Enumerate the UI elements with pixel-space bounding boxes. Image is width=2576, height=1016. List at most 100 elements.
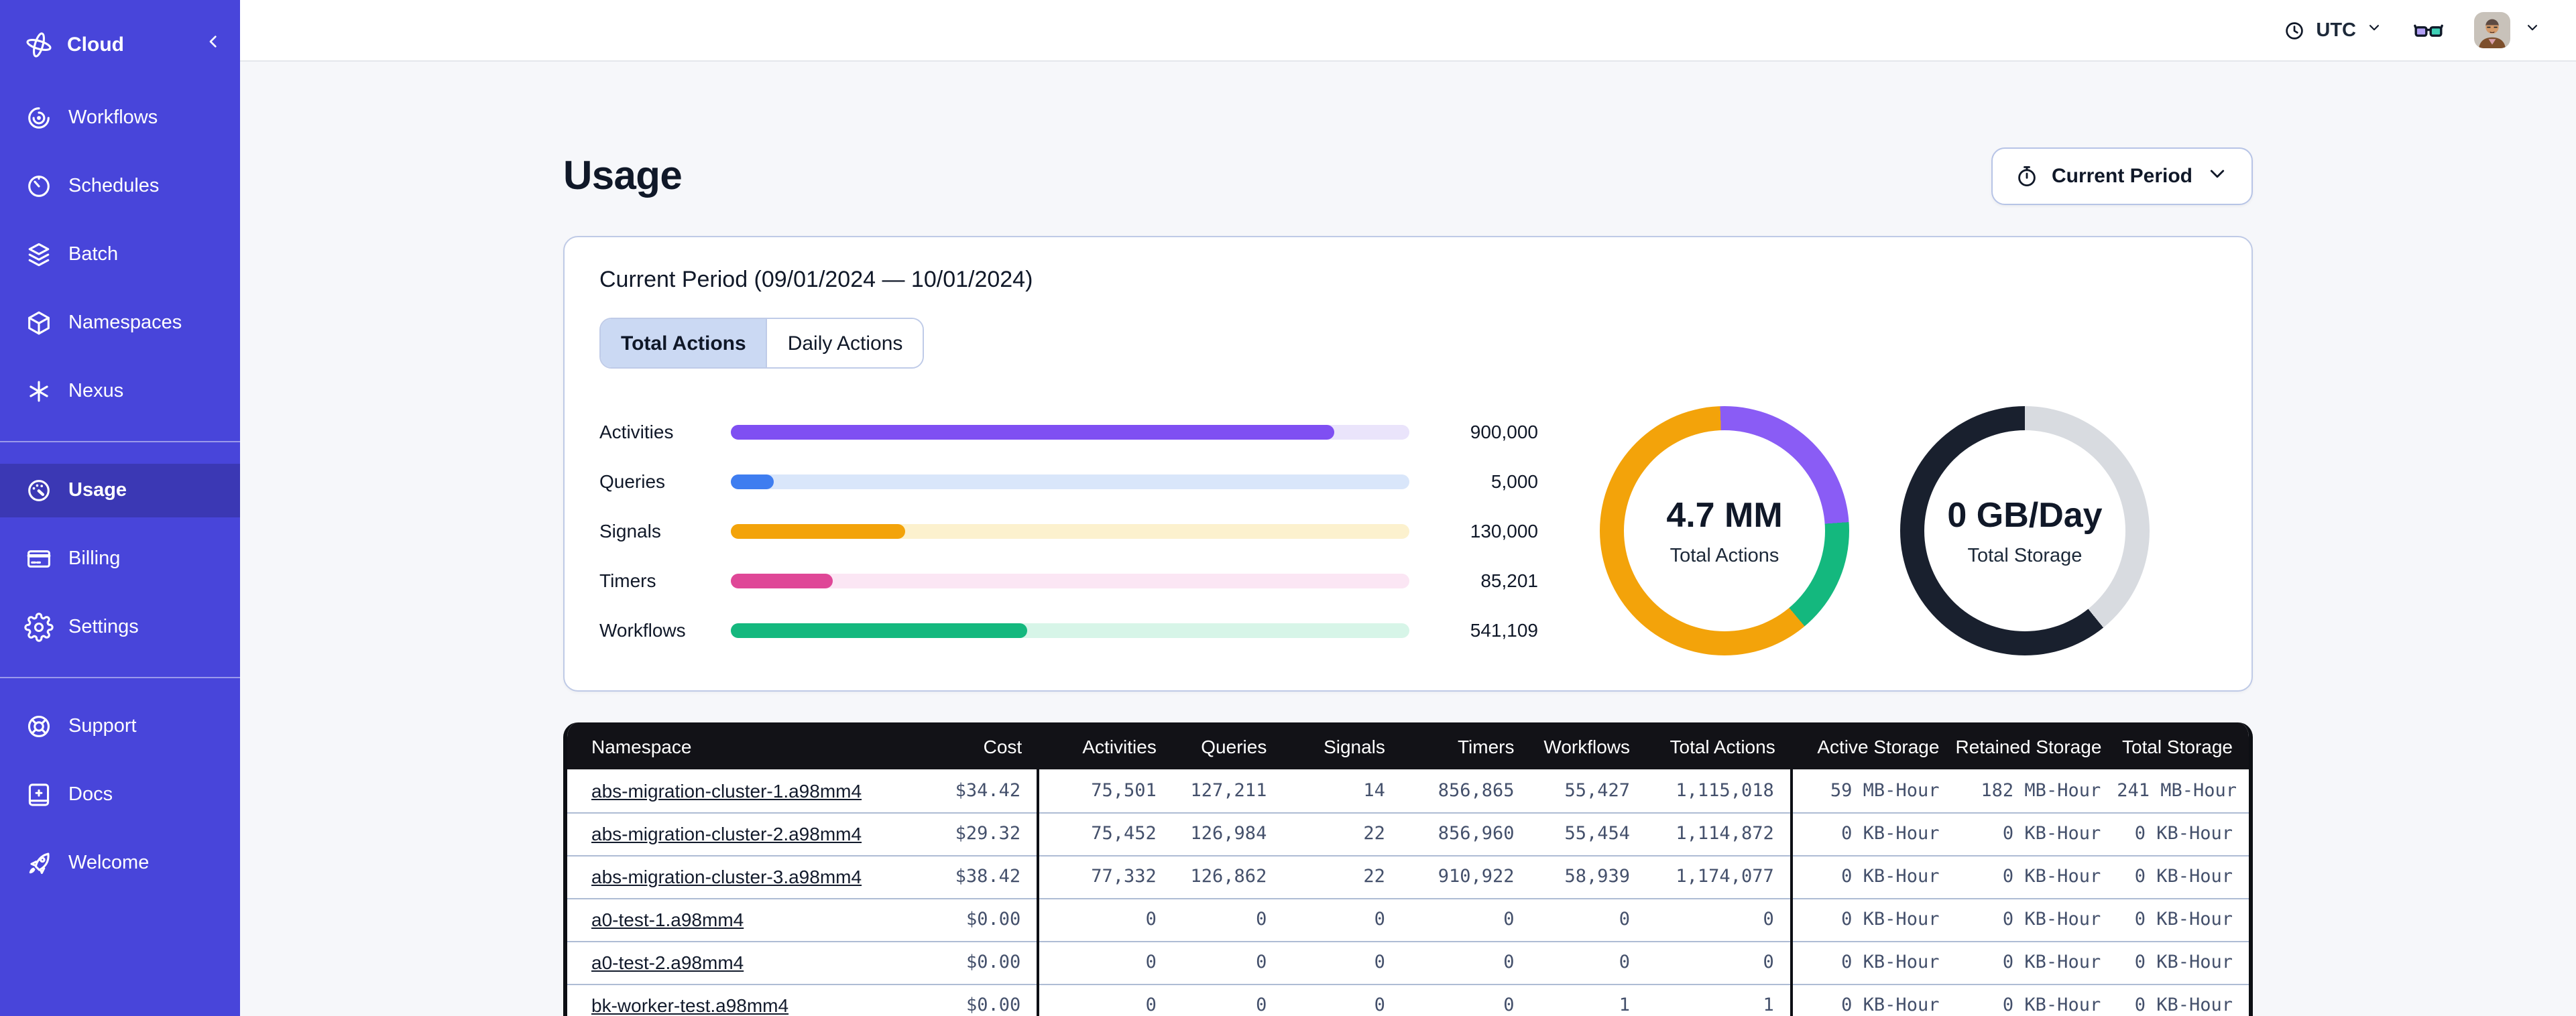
bar-label: Queries xyxy=(599,470,666,492)
cell-activities: 0 xyxy=(1038,898,1173,942)
bar-fill xyxy=(731,523,905,538)
cell-retained-storage: 0 KB-Hour xyxy=(1955,812,2117,856)
cell-retained-storage: 182 MB-Hour xyxy=(1955,769,2117,813)
donut-chart-total-storage: 0 GB/Day Total Storage xyxy=(1900,406,2150,655)
labs-glasses-button[interactable] xyxy=(2412,14,2445,46)
clock-icon xyxy=(2286,21,2304,39)
sidebar-item-billing[interactable]: Billing xyxy=(0,532,240,586)
cell-activities: 0 xyxy=(1038,941,1173,985)
column-header-total-actions: Total Actions xyxy=(1646,722,1792,769)
chevron-down-icon xyxy=(2205,161,2230,192)
sidebar-item-label: Settings xyxy=(68,617,139,638)
cell-retained-storage: 0 KB-Hour xyxy=(1955,898,2117,942)
cell-namespace: bk-worker-test.a98mm4 xyxy=(567,984,920,1016)
sidebar-brand[interactable]: Cloud xyxy=(0,19,240,70)
support-icon xyxy=(24,712,54,741)
namespace-link[interactable]: abs-migration-cluster-3.a98mm4 xyxy=(591,866,862,887)
bar-track xyxy=(731,424,1409,439)
bar-fill xyxy=(731,474,774,489)
cell-activities: 75,452 xyxy=(1038,812,1173,856)
namespace-link[interactable]: abs-migration-cluster-1.a98mm4 xyxy=(591,780,862,802)
sidebar-item-support[interactable]: Support xyxy=(0,700,240,753)
timezone-selector[interactable]: UTC xyxy=(2282,18,2383,42)
period-selector-label: Current Period xyxy=(2051,165,2192,188)
table-row: a0-test-1.a98mm4 $0.00 0 0 0 0 0 0 0 KB-Hour 0 KB… xyxy=(567,898,2249,942)
actions-tab-group: Total Actions Daily Actions xyxy=(599,318,925,369)
bar-track xyxy=(731,474,1409,489)
bar-fill xyxy=(731,623,1027,637)
sidebar-nav-account: Usage Billing Settings xyxy=(0,464,240,669)
cell-timers: 0 xyxy=(1401,941,1531,985)
cell-activities: 77,332 xyxy=(1038,855,1173,899)
sidebar-item-usage[interactable]: Usage xyxy=(0,464,240,517)
cell-namespace: a0-test-2.a98mm4 xyxy=(567,941,920,985)
usage-icon xyxy=(24,476,54,505)
column-header-workflows: Workflows xyxy=(1530,722,1647,769)
sidebar-item-settings[interactable]: Settings xyxy=(0,600,240,654)
bar-value: 5,000 xyxy=(1490,470,1538,492)
namespace-link[interactable]: abs-migration-cluster-2.a98mm4 xyxy=(591,823,862,844)
cell-cost: $34.42 xyxy=(919,769,1040,813)
namespace-link[interactable]: a0-test-1.a98mm4 xyxy=(591,909,744,930)
namespaces-icon xyxy=(24,308,54,338)
bar-row-workflows: Workflows 541,109 xyxy=(599,619,1538,641)
bar-value: 900,000 xyxy=(1470,421,1538,442)
donut-value: 4.7 MM xyxy=(1666,495,1783,535)
cell-total-actions: 0 xyxy=(1646,941,1793,985)
cell-total-storage: 0 KB-Hour xyxy=(2117,898,2249,942)
bar-row-queries: Queries 5,000 xyxy=(599,470,1538,492)
cell-timers: 0 xyxy=(1401,984,1531,1016)
cell-activities: 75,501 xyxy=(1038,769,1173,813)
sidebar-item-welcome[interactable]: Welcome xyxy=(0,836,240,890)
cell-total-actions: 1 xyxy=(1646,984,1793,1016)
tab-total-actions[interactable]: Total Actions xyxy=(601,319,768,367)
sidebar-item-batch[interactable]: Batch xyxy=(0,228,240,281)
sidebar-item-label: Usage xyxy=(68,480,127,501)
cell-total-storage: 0 KB-Hour xyxy=(2117,984,2249,1016)
cell-cost: $0.00 xyxy=(919,941,1040,985)
cell-signals: 0 xyxy=(1283,941,1401,985)
column-header-retained-storage: Retained Storage xyxy=(1955,722,2117,769)
sidebar-item-label: Nexus xyxy=(68,381,124,402)
table-row: abs-migration-cluster-3.a98mm4 $38.42 77,3… xyxy=(567,855,2249,899)
docs-icon xyxy=(24,780,54,810)
namespace-link[interactable]: bk-worker-test.a98mm4 xyxy=(591,995,788,1016)
cell-cost: $29.32 xyxy=(919,812,1040,856)
cell-active-storage: 0 KB-Hour xyxy=(1791,812,1956,856)
main-area: UTC Usage Current Period Current Period … xyxy=(240,0,2576,1016)
cell-timers: 0 xyxy=(1401,898,1531,942)
sidebar-item-label: Batch xyxy=(68,244,119,265)
donut-label: Total Actions xyxy=(1670,546,1779,567)
cell-total-actions: 0 xyxy=(1646,898,1793,942)
sidebar-item-docs[interactable]: Docs xyxy=(0,768,240,822)
nexus-icon xyxy=(24,377,54,406)
column-header-activities: Activities xyxy=(1038,722,1173,769)
sidebar-collapse-button[interactable] xyxy=(202,31,224,58)
batch-icon xyxy=(24,240,54,269)
tab-daily-actions[interactable]: Daily Actions xyxy=(767,319,923,367)
sidebar-item-schedules[interactable]: Schedules xyxy=(0,160,240,213)
namespace-usage-table: Namespace Cost Activities Queries Signals Tim… xyxy=(563,722,2253,1016)
cell-namespace: abs-migration-cluster-3.a98mm4 xyxy=(567,855,920,899)
cell-timers: 910,922 xyxy=(1401,855,1531,899)
user-avatar xyxy=(2474,12,2510,48)
chevron-down-icon xyxy=(2365,19,2383,42)
app-window: Cloud Workflows Schedules Batch Namespaces N… xyxy=(0,0,2576,1016)
cell-queries: 0 xyxy=(1172,898,1283,942)
cell-retained-storage: 0 KB-Hour xyxy=(1955,941,2117,985)
actions-bar-chart: Activities 900,000 Queries 5,000 Signals 130,… xyxy=(599,421,1538,641)
cell-signals: 22 xyxy=(1283,855,1401,899)
user-menu[interactable] xyxy=(2474,12,2541,48)
cell-namespace: abs-migration-cluster-1.a98mm4 xyxy=(567,769,920,813)
cell-active-storage: 0 KB-Hour xyxy=(1791,984,1956,1016)
namespace-link[interactable]: a0-test-2.a98mm4 xyxy=(591,952,744,973)
chevron-down-icon xyxy=(2524,18,2541,42)
cell-total-storage: 241 MB-Hour xyxy=(2117,769,2249,813)
period-selector-button[interactable]: Current Period xyxy=(1991,147,2253,205)
cell-workflows: 1 xyxy=(1530,984,1647,1016)
sidebar-item-namespaces[interactable]: Namespaces xyxy=(0,296,240,350)
sidebar-item-workflows[interactable]: Workflows xyxy=(0,91,240,145)
bar-value: 130,000 xyxy=(1470,520,1538,542)
sidebar-item-nexus[interactable]: Nexus xyxy=(0,365,240,418)
timezone-label: UTC xyxy=(2316,19,2356,41)
